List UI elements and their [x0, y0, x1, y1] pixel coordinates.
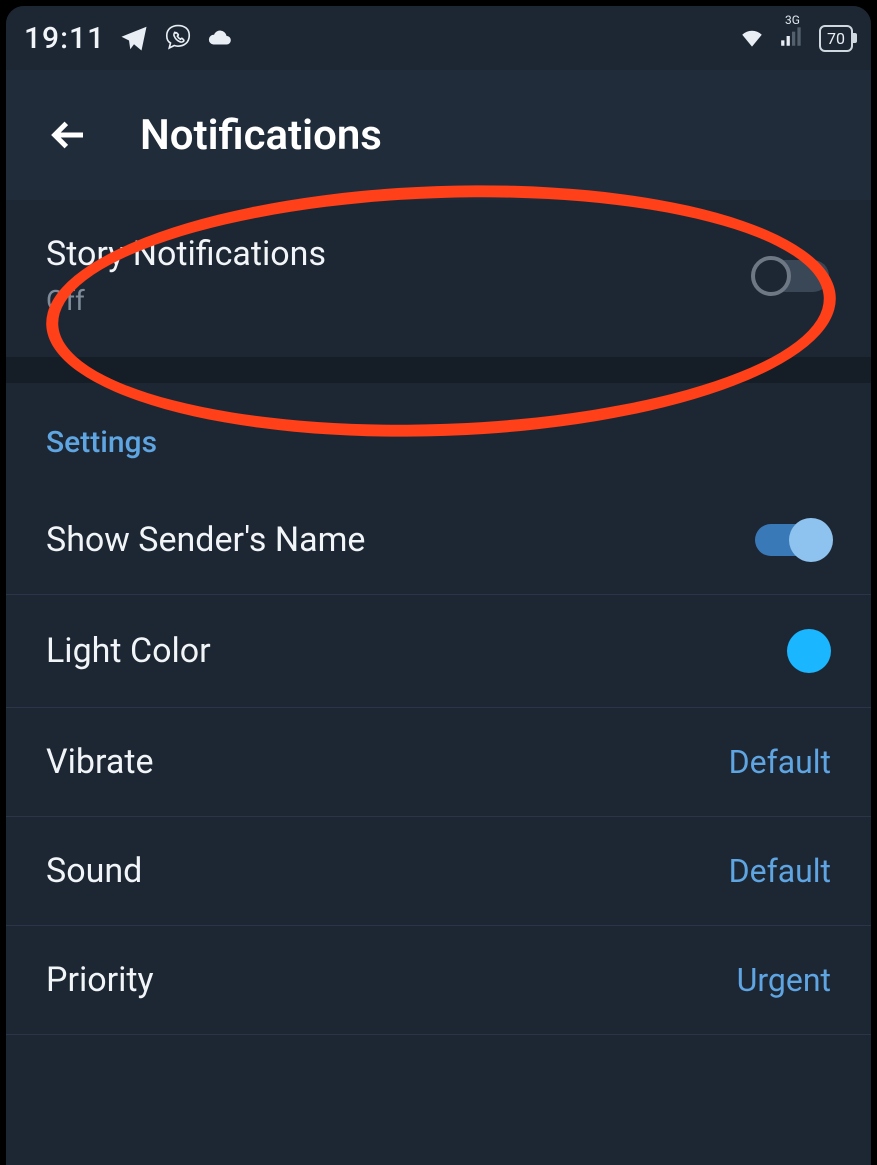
sound-label: Sound	[46, 851, 142, 891]
telegram-icon	[119, 23, 149, 53]
settings-title: Settings	[6, 415, 871, 486]
toggle-knob	[751, 256, 791, 296]
priority-value: Urgent	[737, 961, 831, 999]
settings-section: Settings Show Sender's Name Light Color …	[6, 383, 871, 1035]
arrow-left-icon	[48, 115, 88, 155]
vibrate-value: Default	[729, 743, 831, 781]
story-notifications-text: Story Notifications Off	[46, 234, 326, 317]
status-right: 3G 70	[739, 23, 853, 53]
vibrate-label: Vibrate	[46, 742, 154, 782]
show-sender-label: Show Sender's Name	[46, 520, 365, 560]
battery-percent: 70	[827, 29, 845, 48]
row-show-sender[interactable]: Show Sender's Name	[6, 486, 871, 595]
priority-label: Priority	[46, 960, 154, 1000]
sound-value: Default	[729, 852, 831, 890]
screen: 19:11 3G 70	[0, 0, 877, 1165]
signal-wrap: 3G	[779, 23, 805, 53]
section-gap	[6, 357, 871, 383]
clock: 19:11	[24, 21, 105, 56]
status-left: 19:11	[24, 21, 233, 56]
show-sender-toggle[interactable]	[753, 520, 831, 560]
row-light-color[interactable]: Light Color	[6, 595, 871, 708]
network-label: 3G	[785, 13, 800, 27]
row-priority[interactable]: Priority Urgent	[6, 926, 871, 1035]
back-button[interactable]	[44, 111, 92, 159]
header: Notifications	[6, 70, 871, 200]
battery-indicator: 70	[819, 25, 853, 52]
row-sound[interactable]: Sound Default	[6, 817, 871, 926]
light-color-swatch	[787, 629, 831, 673]
story-notifications-state: Off	[46, 284, 326, 317]
app-panel: 19:11 3G 70	[6, 6, 871, 1165]
row-vibrate[interactable]: Vibrate Default	[6, 708, 871, 817]
story-notifications-label: Story Notifications	[46, 234, 326, 274]
story-notifications-toggle[interactable]	[753, 256, 831, 296]
cloud-icon	[207, 25, 233, 51]
story-notifications-row[interactable]: Story Notifications Off	[6, 200, 871, 357]
toggle-knob	[789, 518, 833, 562]
light-color-label: Light Color	[46, 631, 211, 671]
page-title: Notifications	[140, 111, 382, 160]
viber-icon	[163, 23, 193, 53]
wifi-icon	[739, 25, 765, 51]
status-bar: 19:11 3G 70	[6, 6, 871, 70]
